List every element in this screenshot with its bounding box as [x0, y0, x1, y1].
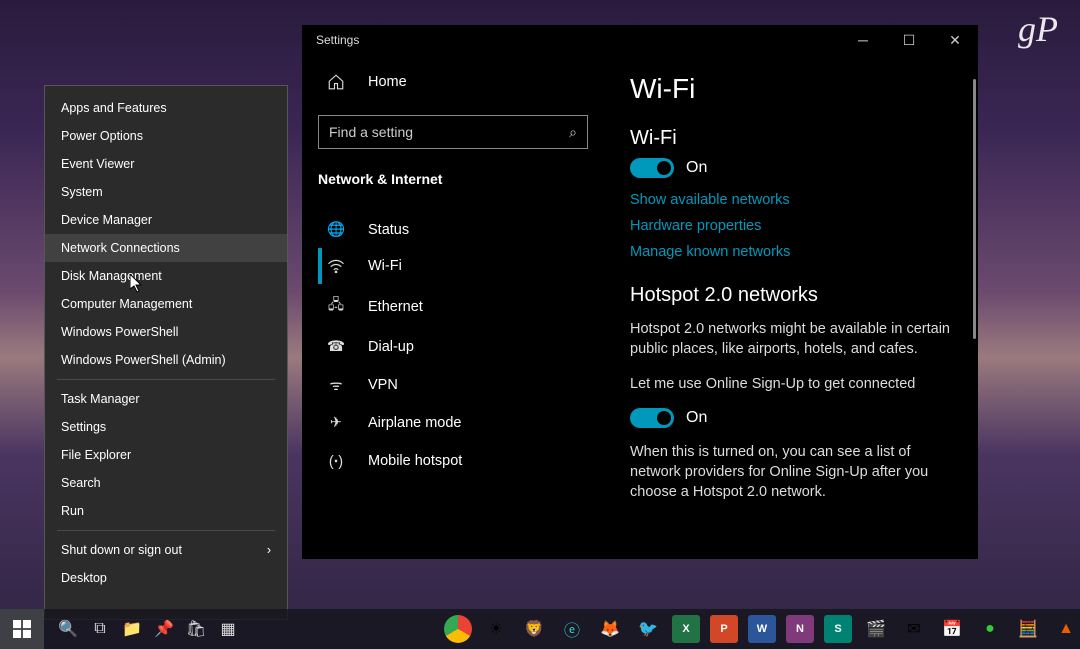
titlebar[interactable]: Settings ─ ☐ ✕: [302, 25, 978, 55]
taskbar-mail-icon[interactable]: ✉: [900, 615, 928, 643]
settings-nav: Home Find a setting ⌕ Network & Internet…: [302, 55, 604, 559]
taskbar-video-icon[interactable]: 🎬: [862, 615, 890, 643]
taskbar-taskview-icon[interactable]: ⧉: [86, 615, 114, 643]
nav-vpn[interactable]: ᯤ VPN: [318, 365, 604, 405]
nav-section-label: Network & Internet: [318, 167, 604, 211]
winx-item-settings[interactable]: Settings: [45, 413, 287, 441]
nav-airplane[interactable]: ✈ Airplane mode: [318, 405, 604, 441]
dialup-icon: ☎: [326, 339, 346, 355]
page-title: Wi-Fi: [630, 73, 952, 105]
status-icon: 🌐: [326, 221, 346, 238]
ethernet-icon: 🖧: [326, 294, 346, 319]
search-placeholder: Find a setting: [329, 124, 413, 140]
winx-menu: Apps and Features Power Options Event Vi…: [44, 85, 288, 620]
taskbar-excel-icon[interactable]: X: [672, 615, 700, 643]
vpn-icon: ᯤ: [326, 375, 346, 395]
taskbar-explorer-icon[interactable]: 📁: [118, 615, 146, 643]
taskbar: 🔍 ⧉ 📁 📌 🛍 ▦ ☀ 🦁 ⓔ 🦊 🐦 X P W N S 🎬 ✉ 📅 ● …: [0, 609, 1080, 649]
winx-item-task-manager[interactable]: Task Manager: [45, 385, 287, 413]
taskbar-chrome-icon[interactable]: [444, 615, 472, 643]
winx-separator: [57, 379, 275, 380]
taskbar-brave-icon[interactable]: 🦁: [520, 615, 548, 643]
minimize-button[interactable]: ─: [840, 25, 886, 55]
taskbar-ppt-icon[interactable]: P: [710, 615, 738, 643]
winx-item-device-manager[interactable]: Device Manager: [45, 206, 287, 234]
winx-item-power-options[interactable]: Power Options: [45, 122, 287, 150]
settings-window: Settings ─ ☐ ✕ Home Find a setting ⌕ Net…: [302, 25, 978, 559]
taskbar-search-icon[interactable]: 🔍: [54, 615, 82, 643]
taskbar-vlc-icon[interactable]: ▲: [1052, 615, 1080, 643]
link-known-networks[interactable]: Manage known networks: [630, 244, 952, 260]
online-signup-label: Let me use Online Sign-Up to get connect…: [630, 374, 952, 394]
search-icon: ⌕: [569, 124, 577, 141]
winx-item-apps-features[interactable]: Apps and Features: [45, 94, 287, 122]
winx-item-event-viewer[interactable]: Event Viewer: [45, 150, 287, 178]
nav-home[interactable]: Home: [318, 63, 604, 101]
nav-wifi[interactable]: Wi-Fi: [318, 248, 604, 284]
nav-home-label: Home: [368, 74, 407, 90]
online-signup-state: On: [686, 409, 707, 427]
taskbar-calculator-icon[interactable]: 🧮: [1014, 615, 1042, 643]
taskbar-app2-icon[interactable]: ●: [976, 615, 1004, 643]
winx-item-shutdown[interactable]: Shut down or sign out›: [45, 536, 287, 564]
scrollbar[interactable]: [973, 79, 976, 339]
winx-item-disk-management[interactable]: Disk Management: [45, 262, 287, 290]
taskbar-brightness-icon[interactable]: ☀: [482, 615, 510, 643]
taskbar-firefox-icon[interactable]: 🦊: [596, 615, 624, 643]
winx-item-run[interactable]: Run: [45, 497, 287, 525]
wifi-toggle-state: On: [686, 159, 707, 177]
taskbar-onenote-icon[interactable]: N: [786, 615, 814, 643]
start-button[interactable]: [0, 609, 44, 649]
link-show-networks[interactable]: Show available networks: [630, 192, 952, 208]
winx-item-powershell-admin[interactable]: Windows PowerShell (Admin): [45, 346, 287, 374]
taskbar-sway-icon[interactable]: S: [824, 615, 852, 643]
taskbar-store-icon[interactable]: 🛍: [182, 615, 210, 643]
window-title: Settings: [316, 33, 359, 47]
winx-item-file-explorer[interactable]: File Explorer: [45, 441, 287, 469]
hotspot-icon: (ꞏ): [326, 451, 346, 471]
taskbar-edge-icon[interactable]: ⓔ: [558, 615, 586, 643]
hotspot-heading: Hotspot 2.0 networks: [630, 284, 952, 307]
winx-item-powershell[interactable]: Windows PowerShell: [45, 318, 287, 346]
search-input[interactable]: Find a setting ⌕: [318, 115, 588, 149]
home-icon: [326, 73, 346, 91]
nav-status[interactable]: 🌐 Status: [318, 211, 604, 248]
online-signup-desc: When this is turned on, you can see a li…: [630, 442, 952, 503]
nav-ethernet[interactable]: 🖧 Ethernet: [318, 284, 604, 329]
link-hardware-props[interactable]: Hardware properties: [630, 218, 952, 234]
taskbar-word-icon[interactable]: W: [748, 615, 776, 643]
settings-content: Wi-Fi Wi-Fi On Show available networks H…: [604, 55, 978, 559]
chevron-right-icon: ›: [267, 543, 271, 557]
maximize-button[interactable]: ☐: [886, 25, 932, 55]
winx-item-desktop[interactable]: Desktop: [45, 564, 287, 592]
winx-item-search[interactable]: Search: [45, 469, 287, 497]
nav-hotspot[interactable]: (ꞏ) Mobile hotspot: [318, 441, 604, 481]
wifi-toggle[interactable]: [630, 158, 674, 178]
watermark: gP: [1018, 8, 1058, 50]
winx-separator: [57, 530, 275, 531]
winx-item-system[interactable]: System: [45, 178, 287, 206]
nav-dialup[interactable]: ☎ Dial-up: [318, 329, 604, 365]
taskbar-pin-icon[interactable]: 📌: [150, 615, 178, 643]
taskbar-app1-icon[interactable]: 🐦: [634, 615, 662, 643]
hotspot-desc: Hotspot 2.0 networks might be available …: [630, 319, 952, 360]
wifi-icon: [326, 259, 346, 273]
winx-item-network-connections[interactable]: Network Connections: [45, 234, 287, 262]
airplane-icon: ✈: [326, 415, 346, 431]
taskbar-app-icon[interactable]: ▦: [214, 615, 242, 643]
taskbar-calendar-icon[interactable]: 📅: [938, 615, 966, 643]
close-button[interactable]: ✕: [932, 25, 978, 55]
winx-item-computer-management[interactable]: Computer Management: [45, 290, 287, 318]
wifi-section-label: Wi-Fi: [630, 127, 952, 150]
online-signup-toggle[interactable]: [630, 408, 674, 428]
